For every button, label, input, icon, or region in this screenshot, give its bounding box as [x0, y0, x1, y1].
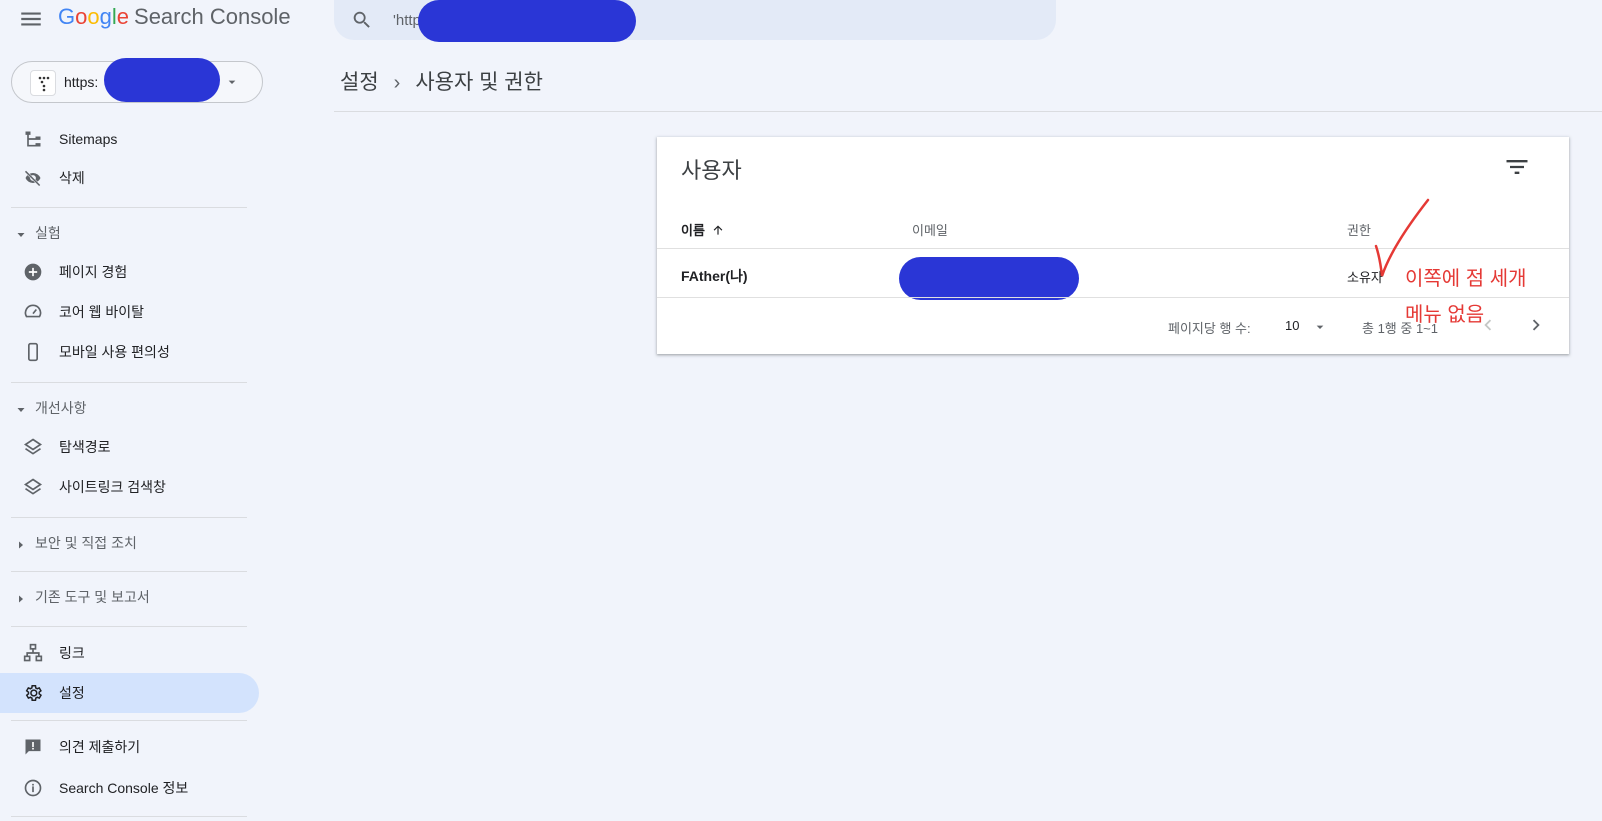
sidebar-section-experience[interactable]: 실험 — [0, 218, 247, 248]
caret-right-icon — [15, 592, 27, 608]
sidebar-item-feedback[interactable]: 의견 제출하기 — [0, 727, 259, 767]
column-header-name[interactable]: 이름 — [681, 220, 725, 239]
feedback-icon — [23, 737, 43, 757]
logo-letter: o — [75, 4, 88, 29]
chevron-down-icon — [224, 74, 240, 90]
sidebar-section-title: 기존 도구 및 보고서 — [35, 589, 150, 605]
caret-down-icon — [15, 403, 27, 419]
redaction-scribble — [899, 257, 1079, 300]
chevron-down-icon[interactable] — [1312, 319, 1328, 335]
layers-icon — [23, 477, 43, 497]
caret-down-icon — [15, 228, 27, 244]
sidebar-item-label: 링크 — [59, 645, 85, 661]
breadcrumb: 설정 › 사용자 및 권한 — [340, 66, 543, 96]
sidebar-section-title: 개선사항 — [35, 400, 87, 416]
sidebar-section-title: 실험 — [35, 225, 61, 241]
rows-per-page-label: 페이지당 행 수: — [1168, 321, 1251, 336]
next-page-button[interactable] — [1525, 314, 1547, 336]
sidebar-item-label: 의견 제출하기 — [59, 739, 141, 755]
sidebar-item-label: 페이지 경험 — [59, 264, 128, 280]
annotation-text: 메뉴 없음 — [1405, 304, 1485, 326]
logo-letter: e — [116, 4, 130, 29]
header-divider — [334, 111, 1602, 112]
sidebar-item-sitemaps[interactable]: Sitemaps — [0, 119, 259, 159]
sidebar-item-settings[interactable]: 설정 — [0, 673, 259, 713]
sidebar-item-label: 탐색경로 — [59, 439, 111, 455]
hamburger-menu-icon — [21, 12, 41, 26]
user-name-cell: FAther(나) — [681, 268, 748, 284]
sidebar-item-label: Search Console 정보 — [59, 780, 189, 796]
sidebar-item-page-experience[interactable]: 페이지 경험 — [0, 252, 259, 292]
sidebar-item-label: 코어 웹 바이탈 — [59, 304, 145, 320]
sidebar-section-legacy-tools[interactable]: 기존 도구 및 보고서 — [0, 582, 247, 612]
breadcrumb-parent[interactable]: 설정 — [340, 71, 379, 94]
sidebar-section-enhancements[interactable]: 개선사항 — [0, 393, 247, 423]
speedometer-icon — [23, 302, 43, 322]
redaction-scribble — [104, 58, 220, 102]
sidebar-item-sitelinks-searchbox[interactable]: 사이트링크 검색창 — [0, 467, 259, 507]
rows-per-page-select[interactable]: 10 — [1285, 318, 1299, 333]
sidebar-divider — [11, 720, 247, 721]
plus-circle-icon — [23, 262, 43, 282]
sidebar-item-label: 삭제 — [59, 170, 85, 186]
main-menu-button[interactable] — [18, 6, 44, 32]
sidebar-divider — [11, 571, 247, 572]
column-header-label: 이름 — [681, 223, 705, 238]
sidebar-item-label: 설정 — [59, 685, 85, 701]
info-icon — [23, 778, 43, 798]
sidebar-item-label: Sitemaps — [59, 131, 118, 147]
redaction-scribble — [418, 0, 636, 42]
phone-icon — [23, 342, 43, 362]
sidebar-item-label: 사이트링크 검색창 — [59, 479, 166, 495]
filter-button[interactable] — [1503, 153, 1531, 181]
sidebar-section-security[interactable]: 보안 및 직접 조치 — [0, 528, 247, 558]
sidebar-section-title: 보안 및 직접 조치 — [35, 535, 137, 551]
sidebar-item-removals[interactable]: 삭제 — [0, 158, 259, 198]
column-header-email[interactable]: 이메일 — [912, 220, 948, 239]
sidebar-divider — [11, 816, 247, 817]
logo-letter: g — [99, 4, 112, 29]
annotation-text: 이쪽에 점 세개 — [1405, 268, 1527, 290]
card-title: 사용자 — [681, 158, 742, 183]
sidebar-divider — [11, 207, 247, 208]
property-url: https: — [64, 74, 99, 90]
column-header-permission[interactable]: 권한 — [1347, 220, 1371, 239]
links-icon — [23, 643, 43, 663]
logo-letter: G — [58, 4, 76, 29]
sidebar-item-core-web-vitals[interactable]: 코어 웹 바이탈 — [0, 292, 259, 332]
chevron-right-icon — [1532, 319, 1540, 331]
caret-right-icon — [15, 538, 27, 554]
sitemap-icon — [23, 129, 43, 149]
sidebar-item-links[interactable]: 링크 — [0, 633, 259, 673]
eye-off-icon — [23, 168, 43, 188]
product-name: Search Console — [134, 4, 291, 29]
sidebar-item-about[interactable]: Search Console 정보 — [0, 768, 259, 808]
search-icon — [351, 9, 373, 31]
property-logo-icon — [38, 76, 50, 92]
property-favicon — [30, 70, 56, 96]
filter-icon — [1506, 160, 1528, 174]
search-console-logo[interactable]: Google Search Console — [58, 4, 291, 30]
sidebar-item-mobile-usability[interactable]: 모바일 사용 편의성 — [0, 332, 259, 372]
sidebar-divider — [11, 517, 247, 518]
arrow-up-icon — [713, 224, 723, 235]
sidebar-divider — [11, 626, 247, 627]
logo-letter: o — [87, 4, 100, 29]
layers-icon — [23, 437, 43, 457]
sidebar-item-breadcrumbs[interactable]: 탐색경로 — [0, 427, 259, 467]
page-title: 사용자 및 권한 — [415, 71, 543, 94]
sidebar-divider — [11, 382, 247, 383]
chevron-right-icon: › — [393, 72, 401, 94]
gear-icon — [23, 683, 43, 703]
sidebar-item-label: 모바일 사용 편의성 — [59, 344, 170, 360]
